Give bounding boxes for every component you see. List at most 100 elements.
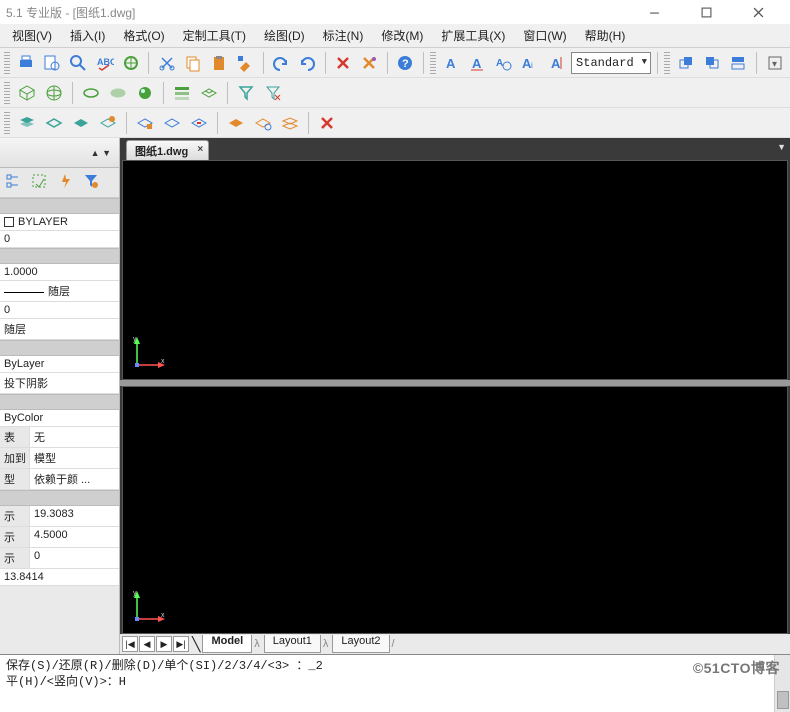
layer-merge-icon[interactable] — [278, 111, 302, 135]
layer-lock-icon[interactable] — [133, 111, 157, 135]
text-scale-button[interactable]: Ai — [519, 51, 542, 75]
layer-state-icon[interactable] — [224, 111, 248, 135]
menu-extend-tools[interactable]: 扩展工具(X) — [433, 25, 513, 46]
panel-tree-icon[interactable] — [4, 172, 26, 194]
paste-button[interactable] — [207, 51, 230, 75]
layout-next-button[interactable]: ▶ — [156, 636, 172, 652]
purge-button[interactable] — [358, 51, 381, 75]
layer-iso-icon[interactable] — [197, 81, 221, 105]
menu-insert[interactable]: 插入(I) — [62, 25, 113, 46]
layout-prev-button[interactable]: ◀ — [139, 636, 155, 652]
prop-scale-row[interactable]: 1.0000 — [0, 264, 119, 281]
text-style-a2[interactable]: A — [467, 51, 490, 75]
prop-addto-row[interactable]: 加到模型 — [0, 448, 119, 469]
menu-custom-tools[interactable]: 定制工具(T) — [175, 25, 254, 46]
prop-layer-row[interactable]: 0 — [0, 231, 119, 248]
layer-off-icon[interactable] — [69, 111, 93, 135]
view-top-icon[interactable] — [79, 81, 103, 105]
svg-text:x: x — [161, 358, 165, 365]
viewport-top[interactable]: yx — [122, 160, 788, 380]
layer-on-icon[interactable] — [42, 111, 66, 135]
cut-button[interactable] — [155, 51, 178, 75]
find-button[interactable] — [67, 51, 90, 75]
menu-modify[interactable]: 修改(M) — [373, 25, 431, 46]
layout-last-button[interactable]: ▶| — [173, 636, 189, 652]
layer-panel-icon[interactable] — [170, 81, 194, 105]
layer-freeze-icon[interactable] — [96, 111, 120, 135]
spellcheck-button[interactable]: ABC — [93, 51, 116, 75]
maximize-button[interactable] — [690, 2, 722, 22]
svg-text:x: x — [161, 612, 165, 619]
prop-section-general — [0, 198, 119, 214]
prop-z-row[interactable]: 示0 — [0, 548, 119, 569]
bring-front-button[interactable] — [675, 51, 698, 75]
undo-button[interactable] — [270, 51, 293, 75]
filter-clear-icon[interactable] — [261, 81, 285, 105]
prop-extra-row[interactable]: 13.8414 — [0, 569, 119, 586]
prop-section-plot — [0, 394, 119, 410]
prop-bycolor-row[interactable]: ByColor — [0, 410, 119, 427]
panel-quick-icon[interactable] — [56, 172, 78, 194]
prop-lweight-row[interactable]: 0 — [0, 302, 119, 319]
prop-color-row[interactable]: BYLAYER — [0, 214, 119, 231]
layout-tab-1[interactable]: Layout1 — [264, 635, 321, 653]
view-front-icon[interactable] — [106, 81, 130, 105]
prop-linetype-row[interactable]: 随层 — [0, 281, 119, 302]
bring-above-button[interactable] — [727, 51, 750, 75]
layout-first-button[interactable]: |◀ — [122, 636, 138, 652]
viewport-bottom[interactable]: yx — [122, 386, 788, 634]
document-tab[interactable]: 图纸1.dwg × — [126, 140, 209, 160]
text-style-combo[interactable]: Standard — [571, 52, 651, 74]
panel-filter-icon[interactable] — [82, 172, 104, 194]
minimize-button[interactable] — [638, 2, 670, 22]
layer-delete-icon[interactable] — [315, 111, 339, 135]
text-find-button[interactable]: A — [493, 51, 516, 75]
close-window-button[interactable] — [742, 2, 774, 22]
svg-text:y: y — [133, 590, 137, 597]
prop-section-3d — [0, 340, 119, 356]
layer-prev-icon[interactable] — [187, 111, 211, 135]
layout-tab-2[interactable]: Layout2 — [332, 635, 389, 653]
match-prop-button[interactable] — [233, 51, 256, 75]
prop-table-row[interactable]: 表无 — [0, 427, 119, 448]
window-titlebar: 5.1 专业版 - [图纸1.dwg] — [0, 0, 790, 24]
menu-draw[interactable]: 绘图(D) — [256, 25, 313, 46]
layer-manager-icon[interactable] — [15, 111, 39, 135]
redo-button[interactable] — [296, 51, 319, 75]
panel-select-icon[interactable] — [30, 172, 52, 194]
prop-y-row[interactable]: 示4.5000 — [0, 527, 119, 548]
command-area[interactable]: 保存(S)/还原(R)/删除(D)/单个(SI)/2/3/4/<3> ：_2 平… — [0, 654, 790, 712]
prop-depend-row[interactable]: 型依赖于颜 ... — [0, 469, 119, 490]
expand-icon: ▲ ▼ — [91, 148, 111, 158]
prop-material-row[interactable]: ByLayer — [0, 356, 119, 373]
menu-view[interactable]: 视图(V) — [4, 25, 60, 46]
view-wire-icon[interactable] — [42, 81, 66, 105]
view-render-icon[interactable] — [133, 81, 157, 105]
close-tab-icon[interactable]: × — [197, 144, 203, 155]
text-height-button[interactable]: A — [545, 51, 568, 75]
print-button[interactable] — [15, 51, 38, 75]
ucs-icon-button[interactable] — [119, 51, 142, 75]
copy-button[interactable] — [181, 51, 204, 75]
layer-walk-icon[interactable] — [251, 111, 275, 135]
print-preview-button[interactable] — [41, 51, 64, 75]
svg-text:▾: ▾ — [772, 59, 777, 70]
prop-follow-row[interactable]: 随层 — [0, 319, 119, 340]
menu-window[interactable]: 窗口(W) — [515, 25, 574, 46]
send-back-button[interactable] — [701, 51, 724, 75]
more-order-button[interactable]: ▾ — [763, 51, 786, 75]
view-iso-icon[interactable] — [15, 81, 39, 105]
panel-header[interactable]: ▲ ▼ — [0, 138, 119, 168]
layer-unlock-icon[interactable] — [160, 111, 184, 135]
text-style-a1[interactable]: A — [441, 51, 464, 75]
menu-format[interactable]: 格式(O) — [115, 25, 172, 46]
prop-shadow-row[interactable]: 投下阴影 — [0, 373, 119, 394]
menu-help[interactable]: 帮助(H) — [577, 25, 634, 46]
filter-icon[interactable] — [234, 81, 258, 105]
prop-x-row[interactable]: 示19.3083 — [0, 506, 119, 527]
tab-dropdown-icon[interactable]: ▼ — [777, 142, 786, 152]
layout-tab-model[interactable]: Model — [202, 635, 252, 653]
menu-dimension[interactable]: 标注(N) — [315, 25, 372, 46]
erase-button[interactable] — [332, 51, 355, 75]
help-button[interactable]: ? — [394, 51, 417, 75]
